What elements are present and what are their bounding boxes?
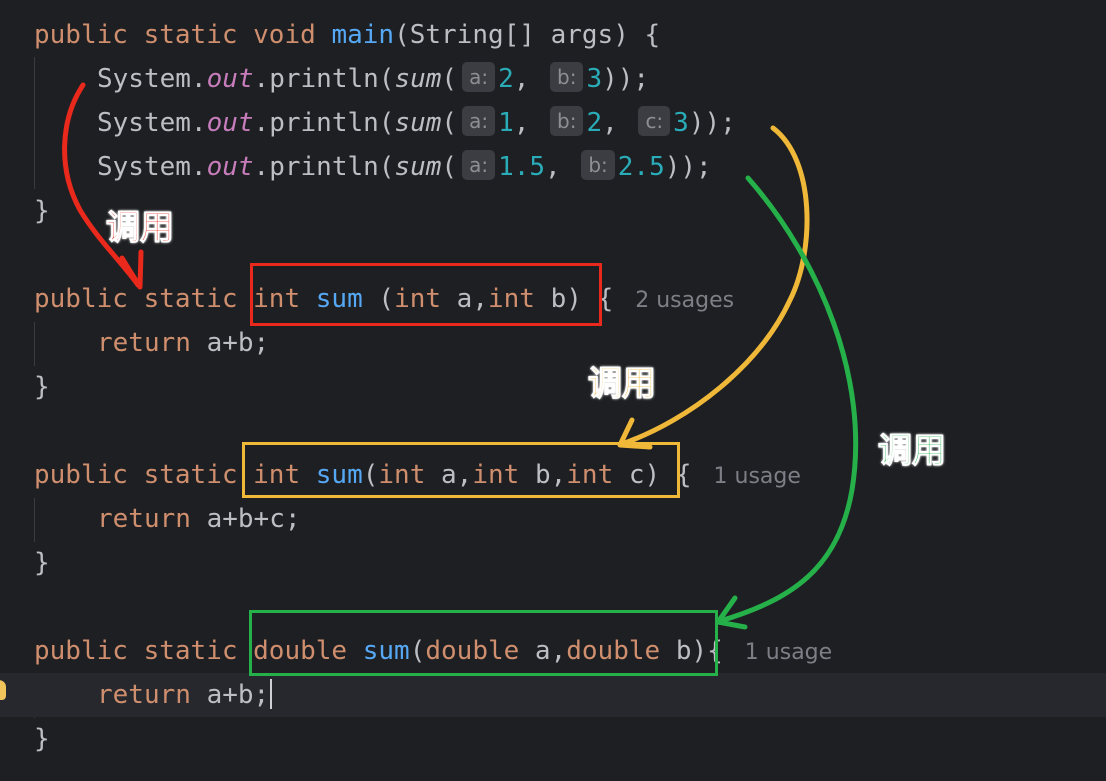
- field-name: out: [206, 152, 254, 182]
- param-hint: a:: [462, 62, 496, 92]
- code-text: ,: [602, 108, 634, 138]
- code-text: ));: [688, 108, 736, 138]
- annotation-box-red: [250, 263, 602, 326]
- method-call: sum: [394, 64, 442, 94]
- arrow-green-head: [715, 595, 748, 630]
- code-line-sum3-return[interactable]: return a+b;: [0, 673, 1106, 717]
- code-line-call-2[interactable]: System.out.println(sum(a: 1, b: 2, c: 3));: [0, 101, 1106, 145]
- code-text: ));: [664, 152, 712, 182]
- code-line-brace[interactable]: }: [0, 717, 1106, 761]
- keyword: public: [34, 460, 128, 490]
- field-name: out: [206, 108, 254, 138]
- code-text: ,: [545, 152, 577, 182]
- code-line-sum1-return[interactable]: return a+b;: [0, 321, 1106, 365]
- number-literal: 3: [586, 64, 603, 94]
- number-literal: 3: [673, 108, 689, 138]
- closing-brace: }: [34, 724, 50, 754]
- code-text: a+b+c;: [190, 504, 301, 534]
- keyword: static: [143, 460, 238, 490]
- method-name: main: [331, 20, 395, 50]
- code-text: (: [441, 108, 458, 138]
- closing-brace: }: [34, 372, 50, 402]
- code-line-call-1[interactable]: System.out.println(sum(a: 2, b: 3));: [0, 57, 1106, 101]
- annotation-label-red: 调用: [106, 208, 175, 249]
- code-line-sum2-return[interactable]: return a+b+c;: [0, 497, 1106, 541]
- field-name: out: [206, 64, 254, 94]
- code-text: (: [441, 64, 458, 94]
- code-text: .println(: [253, 108, 395, 138]
- number-literal: 2: [586, 108, 603, 138]
- keyword: public: [34, 284, 128, 314]
- code-text: ,: [513, 64, 546, 94]
- keyword: public: [34, 636, 128, 666]
- param-hint: a:: [462, 106, 496, 136]
- param-hint: a:: [462, 150, 496, 180]
- keyword: static: [143, 636, 238, 666]
- code-line-brace[interactable]: }: [0, 541, 1106, 585]
- param-hint: b:: [581, 150, 615, 180]
- code-editor[interactable]: public static void main(String[] args) {…: [0, 0, 1106, 781]
- usages-hint[interactable]: 2 usages: [635, 288, 734, 313]
- code-line-main-decl[interactable]: public static void main(String[] args) {: [0, 13, 1106, 57]
- code-text: System.: [97, 152, 207, 182]
- param-hint: c:: [638, 106, 671, 136]
- number-literal: 2: [498, 64, 514, 94]
- closing-brace: }: [34, 548, 50, 578]
- param-hint: b:: [550, 106, 584, 136]
- code-text: System.: [97, 64, 207, 94]
- keyword: return: [97, 328, 191, 358]
- keyword: static: [143, 284, 238, 314]
- code-line-call-3[interactable]: System.out.println(sum(a: 1.5, b: 2.5));: [0, 145, 1106, 189]
- code-line-brace[interactable]: }: [0, 365, 1106, 409]
- closing-brace: }: [34, 196, 50, 226]
- number-literal: 1: [498, 108, 514, 138]
- params: (String[] args) {: [394, 20, 661, 50]
- text-caret: [270, 679, 273, 709]
- number-literal: 1.5: [498, 152, 546, 182]
- annotation-label-yellow: 调用: [588, 364, 657, 405]
- keyword: static: [143, 20, 238, 50]
- code-text: a+b;: [190, 328, 270, 358]
- code-text: ));: [602, 64, 650, 94]
- keyword: return: [97, 504, 191, 534]
- annotation-box-green: [249, 610, 718, 676]
- annotation-box-yellow: [242, 442, 680, 498]
- param-hint: b:: [550, 62, 584, 92]
- code-text: a+b;: [190, 680, 270, 710]
- number-literal: 2.5: [617, 152, 665, 182]
- code-text: ,: [513, 108, 546, 138]
- keyword: public: [34, 20, 128, 50]
- code-text: System.: [97, 108, 207, 138]
- code-text: (: [441, 152, 458, 182]
- annotation-label-green: 调用: [878, 431, 947, 472]
- usages-hint[interactable]: 1 usage: [714, 464, 801, 489]
- keyword: void: [253, 20, 316, 50]
- usages-hint[interactable]: 1 usage: [745, 640, 832, 665]
- code-text: .println(: [253, 152, 395, 182]
- keyword: return: [97, 680, 191, 710]
- method-call: sum: [394, 152, 442, 182]
- code-text: .println(: [253, 64, 395, 94]
- lightbulb-icon[interactable]: [0, 680, 6, 700]
- method-call: sum: [394, 108, 442, 138]
